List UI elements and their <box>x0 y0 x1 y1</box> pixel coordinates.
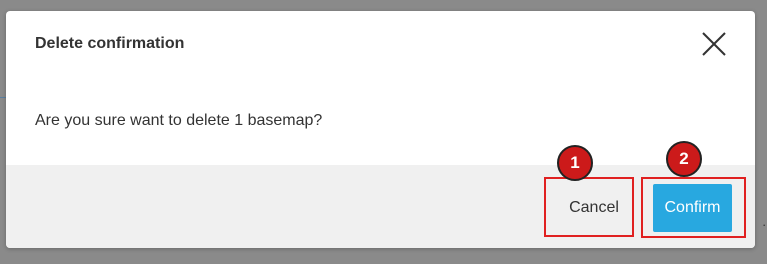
confirm-highlight-box <box>641 177 746 238</box>
background-text: . <box>762 214 766 229</box>
step-badge-2: 2 <box>666 141 702 177</box>
dialog-body: Are you sure want to delete 1 basemap? <box>6 77 755 165</box>
step-badge-1: 1 <box>557 145 593 181</box>
close-button[interactable] <box>700 30 728 58</box>
dialog-title: Delete confirmation <box>35 35 185 52</box>
cancel-highlight-box <box>544 177 634 237</box>
dialog-header: Delete confirmation <box>6 11 755 77</box>
close-icon <box>702 32 726 56</box>
dialog-message: Are you sure want to delete 1 basemap? <box>35 112 323 129</box>
